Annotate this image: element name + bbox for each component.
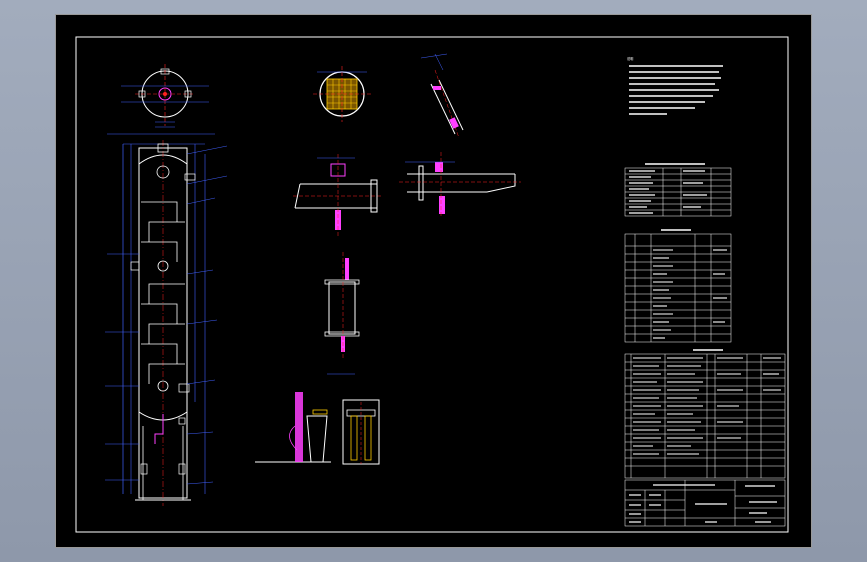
design-data-table <box>624 163 732 217</box>
sight-glass-detail <box>324 252 360 375</box>
nozzle-detail-b <box>399 152 521 218</box>
sheet-border <box>55 14 812 548</box>
drawing-canvas: 说明 <box>55 14 812 548</box>
tower-elevation-view <box>105 133 228 506</box>
tray-section-view <box>313 66 371 122</box>
top-plan-view <box>121 64 209 128</box>
notes-heading: 说明 <box>627 56 633 61</box>
title-block <box>624 479 786 527</box>
support-detail <box>255 392 380 465</box>
inclined-nozzle-detail <box>420 53 464 139</box>
bill-of-materials <box>624 349 786 479</box>
nozzle-detail-a <box>293 154 383 236</box>
drawing-sheet: 说明 <box>55 14 812 548</box>
cad-viewport[interactable]: 说明 <box>0 0 867 562</box>
technical-notes: 说明 <box>627 56 723 115</box>
nozzle-table <box>624 229 732 343</box>
